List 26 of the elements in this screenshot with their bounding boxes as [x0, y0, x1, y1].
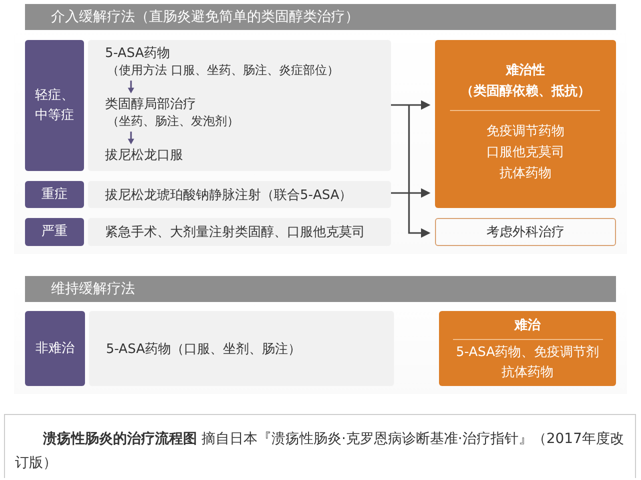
severity-label: 非难治	[25, 311, 85, 386]
severity-label: 严重	[25, 218, 84, 246]
down-arrow-icon	[127, 131, 135, 145]
outcome-text: 免疫调节药物	[486, 123, 564, 141]
outcome-text: 5-ASA药物、免疫调节剂	[456, 344, 599, 362]
down-arrow-icon	[127, 80, 135, 94]
severity-label: 轻症、 中等症	[25, 40, 84, 171]
treatment-text: 拔尼松龙琥珀酸钠静脉注射（联合5-ASA）	[105, 186, 354, 204]
outcome-title: 难治	[452, 315, 602, 340]
outcome-text: 口服他克莫司	[486, 144, 564, 162]
section-header: 维持缓解疗法	[25, 276, 616, 302]
treatment-note: （坐药、肠注、发泡剂）	[106, 113, 240, 129]
outcome-title: 考虑外科治疗	[486, 224, 564, 241]
section-header: 介入缓解疗法（直肠炎避免简单的类固醇类治疗）	[25, 4, 616, 30]
figure-caption: 溃疡性肠炎的治疗流程图 摘自日本『溃疡性肠炎·克罗恩病诊断基准·治疗指针』（2017年度改订版）	[15, 430, 625, 473]
outcome-title: 难治性	[504, 62, 546, 80]
treatment-note: （使用方法 口服、坐药、肠注、炎症部位）	[106, 62, 340, 78]
treatment-text: 类固醇局部治疗	[105, 96, 197, 113]
outcome-text: 抗体药物	[499, 165, 552, 183]
outcome-title: （类固醇依赖、抵抗）	[459, 83, 592, 101]
treatment-text: 5-ASA药物	[105, 45, 171, 62]
treatment-text: 拔尼松龙口服	[105, 147, 184, 164]
treatment-text: 紧急手术、大剂量注射类固醇、口服他克莫司	[105, 224, 366, 241]
outcome-text: 抗体药物	[502, 364, 554, 382]
treatment-text: 5-ASA药物（口服、坐剂、肠注）	[106, 340, 302, 358]
severity-label: 重症	[25, 181, 84, 208]
